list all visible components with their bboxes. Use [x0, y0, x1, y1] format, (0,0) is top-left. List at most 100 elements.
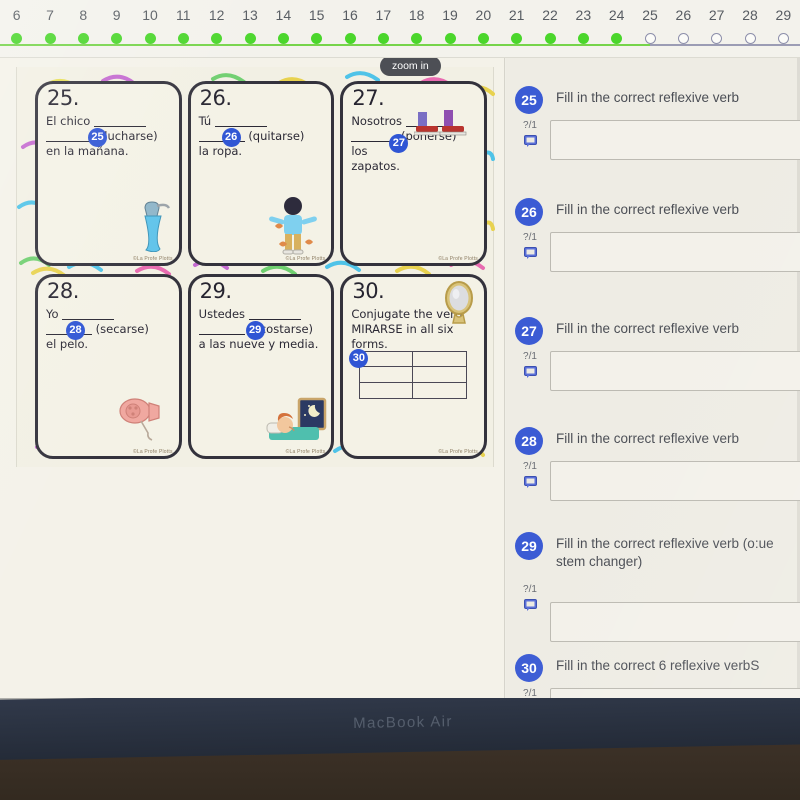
- progress-dot-done[interactable]: [244, 33, 256, 44]
- progress-dot-done[interactable]: [177, 33, 189, 44]
- worksheet-card-29[interactable]: 29. Ustedes (acostarse) a las nueve y medi…: [187, 274, 335, 459]
- progress-step-29[interactable]: 29: [766, 0, 800, 44]
- conjugation-table: [359, 351, 468, 399]
- progress-step-18[interactable]: 18: [400, 0, 434, 44]
- progress-step-13[interactable]: 13: [233, 0, 267, 44]
- question-score: ?/1: [523, 120, 537, 131]
- progress-dot-todo[interactable]: [777, 33, 789, 44]
- card-answer-badge-29[interactable]: 29: [245, 321, 265, 340]
- boy-undressing-icon: [267, 196, 319, 261]
- answer-input-26[interactable]: [550, 232, 800, 272]
- comment-bubble-icon[interactable]: [518, 365, 542, 383]
- answer-input-25[interactable]: [550, 120, 800, 160]
- worksheet-card-28[interactable]: 28. Yo (secarse) el pelo. 28 ©La Profe Plott…: [35, 274, 182, 459]
- progress-dot-done[interactable]: [11, 33, 23, 44]
- question-title: Fill in the correct reflexive verb: [556, 431, 740, 446]
- question-meta: ?/1: [518, 584, 542, 616]
- comment-bubble-icon[interactable]: [518, 598, 542, 616]
- comment-bubble-icon[interactable]: [518, 134, 542, 152]
- progress-step-number: 20: [475, 7, 492, 23]
- progress-step-8[interactable]: 8: [66, 0, 100, 44]
- progress-step-9[interactable]: 9: [100, 0, 134, 44]
- progress-step-number: 24: [608, 7, 625, 23]
- progress-dot-done[interactable]: [444, 33, 456, 44]
- progress-dot-done[interactable]: [111, 33, 123, 44]
- card-credit: ©La Profe Plotts: [132, 449, 173, 455]
- progress-step-number: 19: [442, 7, 458, 23]
- progress-step-25[interactable]: 25: [633, 0, 667, 44]
- progress-step-17[interactable]: 17: [366, 0, 400, 44]
- progress-bar[interactable]: 6 7 8 9 10 11 12 13 14 15 16 17 18 19 20 21 22 23 24 25 26 27…: [0, 0, 800, 58]
- progress-dot-done[interactable]: [511, 33, 523, 44]
- progress-step-26[interactable]: 26: [666, 0, 700, 44]
- progress-dot-done[interactable]: [77, 33, 89, 44]
- progress-step-24[interactable]: 24: [600, 0, 634, 44]
- answer-input-30[interactable]: [550, 688, 800, 698]
- progress-step-10[interactable]: 10: [133, 0, 167, 44]
- progress-dot-done[interactable]: [311, 33, 323, 44]
- progress-step-11[interactable]: 11: [166, 0, 200, 44]
- progress-step-22[interactable]: 22: [533, 0, 567, 44]
- card-credit: ©La Profe Plotts: [285, 256, 326, 262]
- card-answer-badge-25[interactable]: 25: [88, 128, 107, 147]
- progress-step-27[interactable]: 27: [700, 0, 734, 44]
- app-viewport: 6 7 8 9 10 11 12 13 14 15 16 17 18 19 20 21 22 23 24 25 26 27…: [0, 0, 800, 698]
- card-credit: ©La Profe Plotts: [132, 256, 173, 262]
- progress-dot-todo[interactable]: [644, 33, 656, 44]
- progress-dot-done[interactable]: [577, 33, 589, 44]
- progress-dot-done[interactable]: [344, 33, 356, 44]
- answer-input-27[interactable]: [550, 351, 800, 391]
- progress-dot-todo[interactable]: [744, 33, 756, 44]
- progress-step-number: 29: [775, 7, 792, 23]
- progress-step-21[interactable]: 21: [500, 0, 534, 44]
- progress-dot-done[interactable]: [411, 33, 423, 44]
- card-answer-badge-26[interactable]: 26: [221, 128, 241, 147]
- progress-step-number: 26: [675, 7, 692, 23]
- progress-step-23[interactable]: 23: [566, 0, 600, 44]
- progress-dot-done[interactable]: [477, 33, 489, 44]
- progress-dot-todo[interactable]: [711, 33, 723, 44]
- progress-step-6[interactable]: 6: [0, 0, 34, 44]
- card-answer-badge-28[interactable]: 28: [66, 321, 85, 340]
- progress-dot-done[interactable]: [211, 33, 223, 44]
- worksheet-card-30[interactable]: 30. Conjugate the verb MIRARSE in all six f…: [340, 274, 487, 459]
- progress-dot-todo[interactable]: [677, 33, 689, 44]
- progress-step-28[interactable]: 28: [733, 0, 767, 44]
- progress-dot-done[interactable]: [544, 33, 556, 44]
- progress-step-number: 23: [575, 7, 592, 23]
- worksheet-card-25[interactable]: 25. El chico (ducharse) en la mañana. 25 ©La…: [35, 81, 182, 266]
- zoom-in-tooltip[interactable]: zoom in: [380, 58, 441, 76]
- progress-step-15[interactable]: 15: [300, 0, 334, 44]
- answer-input-29[interactable]: [550, 602, 800, 642]
- progress-step-7[interactable]: 7: [33, 0, 67, 44]
- progress-line-remaining: [650, 44, 800, 46]
- progress-step-20[interactable]: 20: [466, 0, 500, 44]
- progress-step-16[interactable]: 16: [333, 0, 367, 44]
- worksheet-card-26[interactable]: 26. Tú (quitarse) la ropa. 26 ©La Profe Plot…: [187, 81, 335, 266]
- progress-step-number: 27: [708, 7, 725, 23]
- question-score: ?/1: [523, 461, 537, 472]
- comment-bubble-icon[interactable]: [518, 475, 542, 493]
- progress-dot-done[interactable]: [611, 33, 623, 44]
- progress-step-14[interactable]: 14: [266, 0, 300, 44]
- answer-input-28[interactable]: [550, 461, 800, 501]
- answer-panel[interactable]: 25 Fill in the correct reflexive verb ?/1 2…: [506, 58, 800, 698]
- progress-dot-done[interactable]: [44, 33, 56, 44]
- question-meta: ?/1: [518, 232, 542, 264]
- card-prompt-text: Tú (quitarse) la ropa.: [198, 114, 305, 158]
- card-credit: ©La Profe Plotts: [285, 449, 326, 455]
- worksheet-card-27[interactable]: 27. Nosotros (ponerse) los zapatos. 27 ©La P…: [340, 81, 487, 266]
- progress-dot-done[interactable]: [277, 33, 289, 44]
- progress-dot-done[interactable]: [144, 33, 156, 44]
- progress-step-number: 28: [742, 7, 758, 23]
- progress-step-number: 6: [12, 7, 21, 23]
- progress-dot-done[interactable]: [377, 33, 389, 44]
- progress-step-number: 7: [46, 7, 54, 23]
- worksheet-pane[interactable]: 25. El chico (ducharse) en la mañana. 25 ©La…: [0, 58, 505, 698]
- progress-step-number: 12: [208, 7, 225, 23]
- progress-step-12[interactable]: 12: [200, 0, 234, 44]
- question-meta: ?/1: [518, 461, 542, 493]
- progress-step-19[interactable]: 19: [433, 0, 467, 44]
- question-number-badge: 25: [515, 86, 543, 114]
- comment-bubble-icon[interactable]: [518, 246, 542, 264]
